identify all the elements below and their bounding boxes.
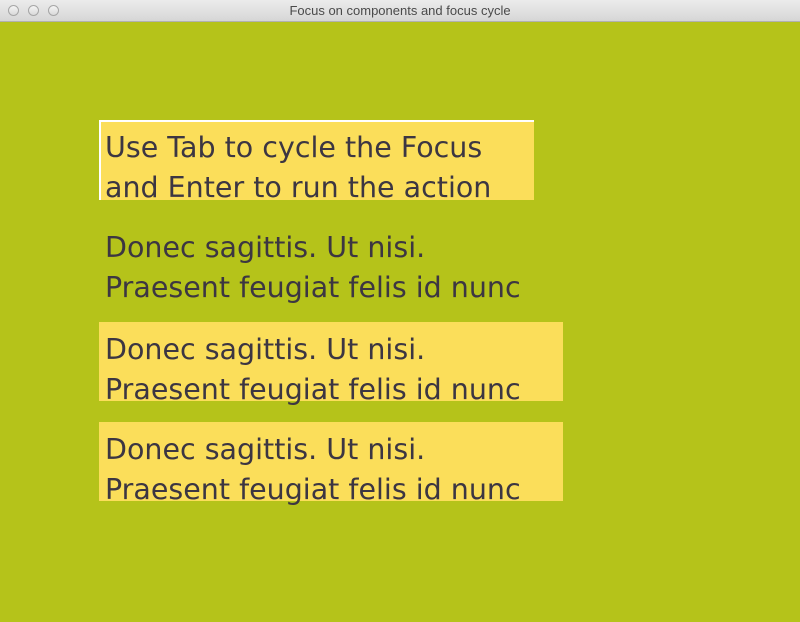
content-area: Use Tab to cycle the Focus and Enter to … <box>0 22 800 622</box>
label-line: Donec sagittis. Ut nisi. <box>105 333 426 366</box>
label-line: and Enter to run the action <box>105 170 492 204</box>
focusable-text-label[interactable]: Donec sagittis. Ut nisi. Praesent feugia… <box>99 422 563 506</box>
window-title: Focus on components and focus cycle <box>289 3 511 18</box>
focus-instructions-label[interactable]: Use Tab to cycle the Focus and Enter to … <box>99 120 534 204</box>
focusable-text-label[interactable]: Donec sagittis. Ut nisi. Praesent feugia… <box>99 220 563 304</box>
label-line: Praesent feugiat felis id nunc <box>105 372 521 406</box>
label-line: Donec sagittis. Ut nisi. <box>105 433 426 466</box>
title-bar[interactable]: Focus on components and focus cycle <box>0 0 800 22</box>
label-line: Praesent feugiat felis id nunc <box>105 270 521 304</box>
label-line: Use Tab to cycle the Focus <box>105 131 483 164</box>
focusable-text-label[interactable]: Donec sagittis. Ut nisi. Praesent feugia… <box>99 322 563 406</box>
label-line: Donec sagittis. Ut nisi. <box>105 231 426 264</box>
app-window: Focus on components and focus cycle Use … <box>0 0 800 622</box>
label-line: Praesent feugiat felis id nunc <box>105 472 521 506</box>
